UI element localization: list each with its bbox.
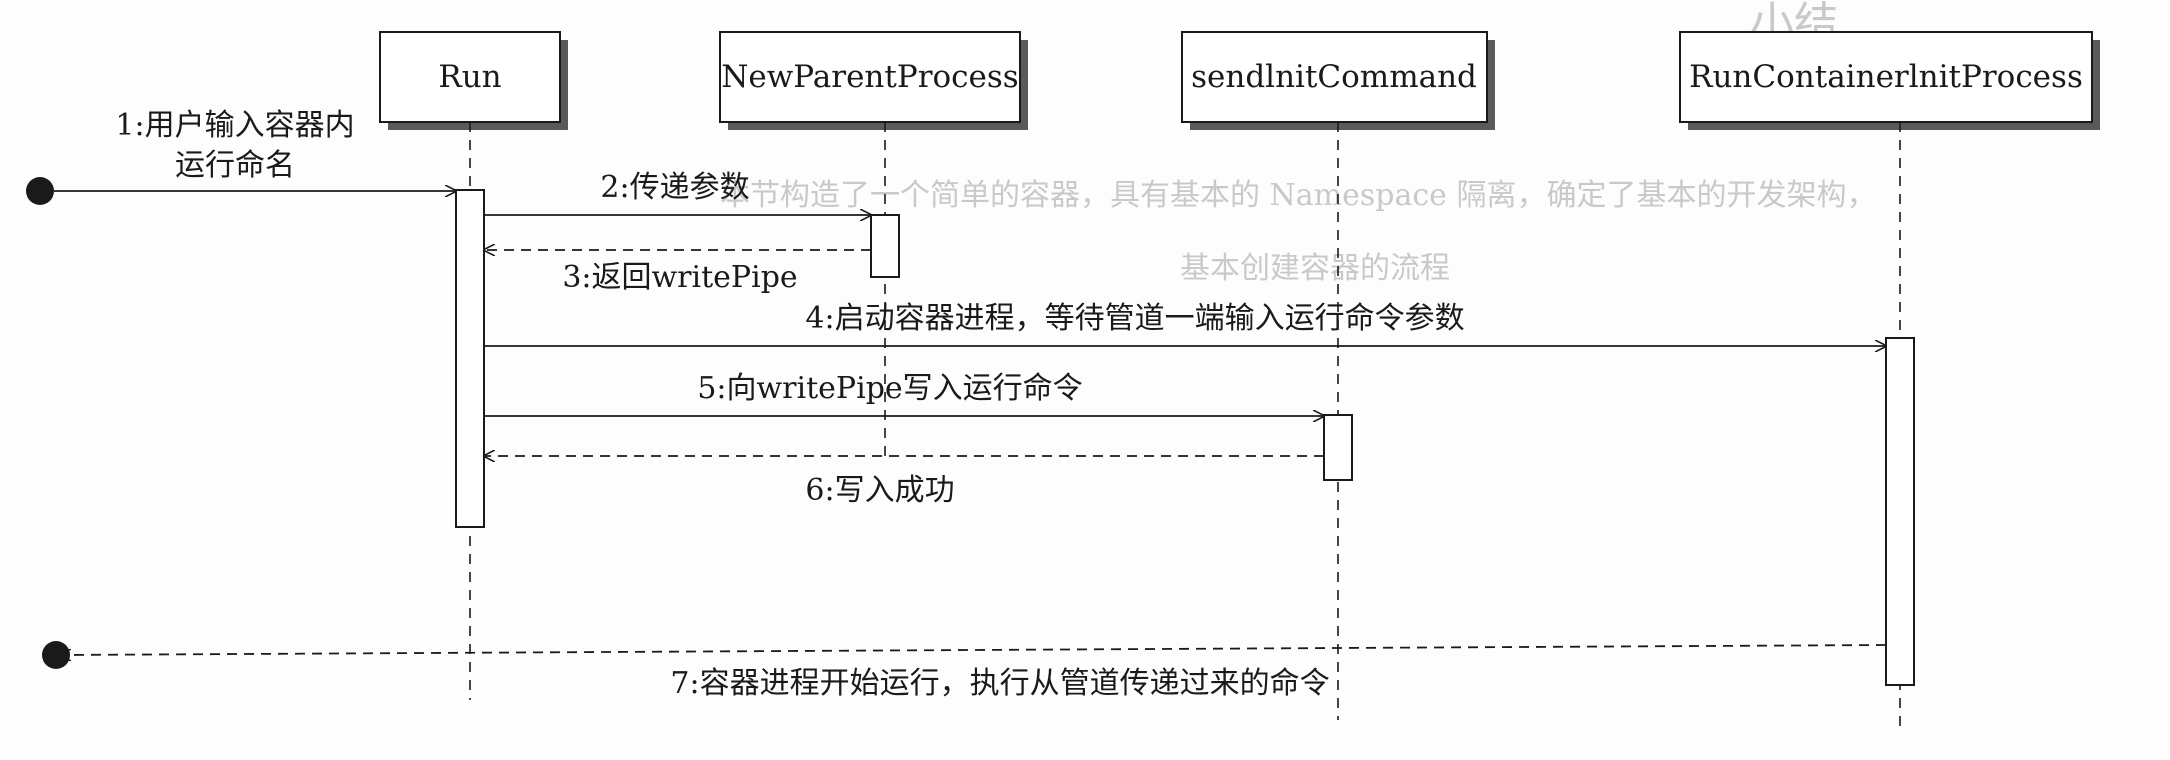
found-message-dot <box>26 177 54 205</box>
message-1-label-line-1: 1:用户输入容器内 <box>115 108 354 143</box>
message-4-label: 4:启动容器进程，等待管道一端输入运行命令参数 <box>805 301 1464 336</box>
message-5-label: 5:向writePipe写入运行命令 <box>697 371 1082 406</box>
participant-sendlnitcommand-label: sendlnitCommand <box>1191 59 1477 95</box>
participant-sendlnitcommand: sendlnitCommand <box>1181 31 1495 720</box>
participant-runcontainerlnitprocess: RunContainerlnitProcess <box>1679 31 2100 730</box>
message-5: 5:向writePipe写入运行命令 <box>484 371 1324 416</box>
message-1-label-line-2: 运行命名 <box>175 148 295 183</box>
message-4: 4:启动容器进程，等待管道一端输入运行命令参数 <box>484 301 1886 346</box>
message-6: 6:写入成功 <box>484 456 1324 508</box>
activation-runcontainerlnitprocess <box>1885 337 1915 686</box>
bleed-line-2: 基本创建容器的流程 <box>1180 251 1450 286</box>
message-3-label: 3:返回writePipe <box>562 260 797 295</box>
message-2-label: 2:传递参数 <box>600 170 749 205</box>
activation-sendlnitcommand <box>1323 414 1353 481</box>
activation-newparentprocess <box>870 214 900 278</box>
participant-runcontainerlnitprocess-label: RunContainerlnitProcess <box>1689 59 2083 95</box>
message-7-label: 7:容器进程开始运行，执行从管道传递过来的命令 <box>670 666 1329 701</box>
activation-run <box>455 189 485 528</box>
message-7-arrow <box>60 644 1887 655</box>
sequence-diagram: 小结 本节构造了一个简单的容器，具有基本的 Namespace 隔离，确定了基本… <box>26 0 2100 730</box>
message-3: 3:返回writePipe <box>484 250 871 295</box>
participant-run-label: Run <box>438 59 501 95</box>
participant-newparentprocess-label: NewParentProcess <box>721 59 1018 95</box>
message-7: 7:容器进程开始运行，执行从管道传递过来的命令 <box>42 641 1887 701</box>
sequence-diagram-canvas: 小结 本节构造了一个简单的容器，具有基本的 Namespace 隔离，确定了基本… <box>0 0 2170 760</box>
message-6-label: 6:写入成功 <box>805 473 954 508</box>
bleed-line-1: 本节构造了一个简单的容器，具有基本的 Namespace 隔离，确定了基本的开发… <box>720 178 1876 213</box>
participant-run: Run <box>379 31 568 700</box>
lost-message-dot <box>42 641 70 669</box>
